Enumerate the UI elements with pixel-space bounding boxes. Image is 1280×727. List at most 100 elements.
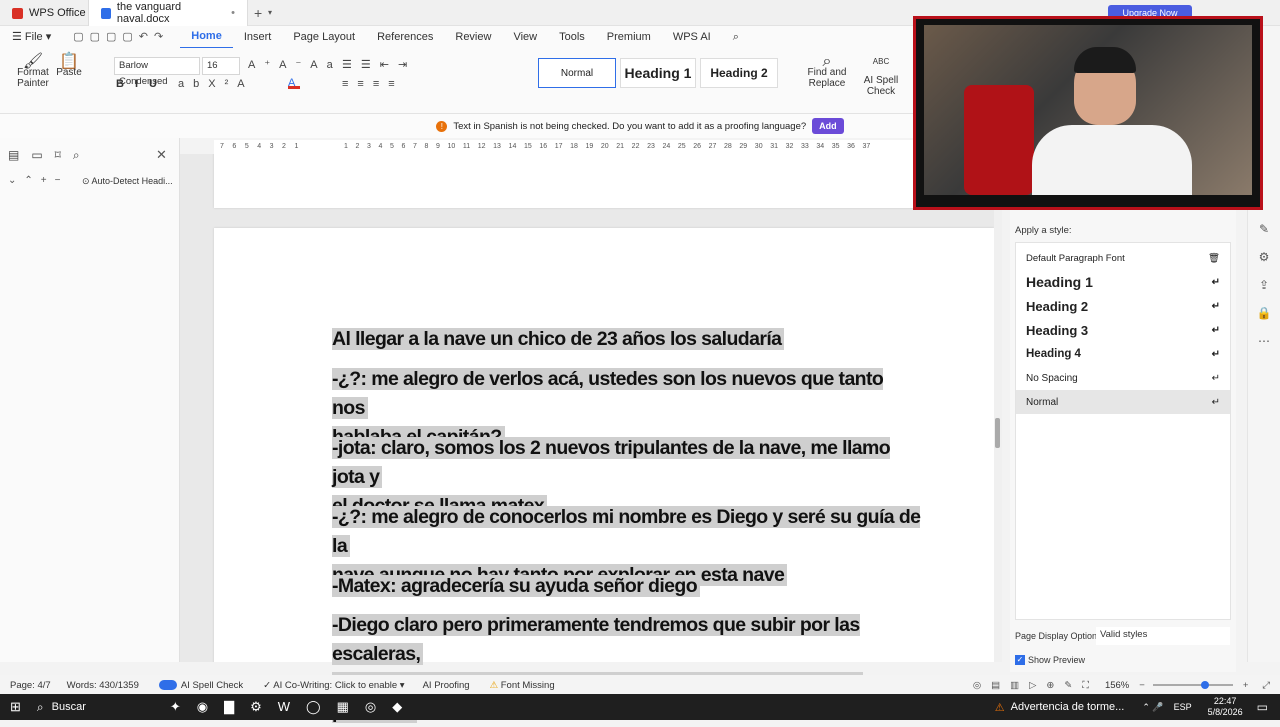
valid-styles-select[interactable]: Valid styles <box>1096 627 1230 645</box>
ai-proofing-status[interactable]: AI Proofing <box>423 680 470 691</box>
ai-spell-check-button[interactable]: ABC AI Spell Check <box>850 56 912 97</box>
ruler-tick: 4 <box>378 143 383 150</box>
tab-tools[interactable]: Tools <box>548 26 596 48</box>
selected-text-line[interactable]: -¿?: me alegro de verlos acá, ustedes so… <box>332 368 884 419</box>
ruler-tick: 12 <box>477 143 486 150</box>
document-paragraph[interactable]: Al llegar a la nave un chico de 23 años … <box>332 325 922 354</box>
selected-text-line[interactable]: Al llegar a la nave un chico de 23 años … <box>332 328 785 350</box>
quick-access-icons[interactable]: ▢▢▢▢↶↷ <box>62 26 180 48</box>
page-counter[interactable]: Page: 4/7 <box>10 680 51 691</box>
new-tab-icon[interactable]: + <box>254 5 262 21</box>
ruler-tick: 7 <box>413 143 417 150</box>
style-default-paragraph-font[interactable]: Default Paragraph Font 🗑 <box>1016 246 1230 270</box>
tab-view[interactable]: View <box>502 26 548 48</box>
app-tab-wps[interactable]: WPS Office <box>0 0 98 26</box>
ai-spell-toggle[interactable] <box>158 680 177 690</box>
style-heading-1-item[interactable]: Heading 1 ↵ <box>1016 270 1230 294</box>
style-list: Default Paragraph Font 🗑 Heading 1 ↵ Headi… <box>1015 242 1231 620</box>
add-language-button[interactable]: Add <box>812 118 844 134</box>
more-icon[interactable]: ⋯ <box>1258 334 1270 348</box>
ai-spell-status[interactable]: AI Spell Check <box>181 680 243 691</box>
zoom-level[interactable]: 156% <box>1105 680 1129 691</box>
horizontal-ruler[interactable]: 7654321 1 2 3 4 5 6 7 8 9 10 11 12 13 14 15 16 17 18 19 20 2… <box>214 140 920 154</box>
notifications-icon[interactable]: ▭ <box>1257 700 1268 714</box>
tab-insert[interactable]: Insert <box>233 26 283 48</box>
tab-home[interactable]: Home <box>180 25 233 49</box>
format-painter-button[interactable]: 🖌 Format Painter <box>14 53 52 90</box>
find-replace-button[interactable]: ⌕ Find and Replace <box>806 54 848 90</box>
tab-wps-ai[interactable]: WPS AI <box>662 26 722 48</box>
weather-status[interactable]: Advertencia de torme... <box>1011 701 1125 713</box>
selected-text-line[interactable]: -¿?: me alegro de conocerlos mi nombre e… <box>332 506 921 557</box>
taskbar-search-icon[interactable]: ⌕ <box>37 700 44 715</box>
auto-detect-headings-button[interactable]: ⊙ Auto-Detect Headi... <box>82 176 173 187</box>
zoom-slider-thumb[interactable] <box>1200 681 1209 689</box>
selected-text-line[interactable]: -jota: claro, somos los 2 nuevos tripula… <box>332 437 891 488</box>
tabs-dropdown-icon[interactable]: ▾ <box>268 8 272 17</box>
share-icon[interactable]: ⇪ <box>1259 278 1269 292</box>
system-tray-icons[interactable]: ⌃ 🎤 <box>1142 702 1163 713</box>
input-language[interactable]: ESP <box>1174 702 1192 712</box>
alignment-icons[interactable]: ≡≡≡≡ <box>342 78 404 90</box>
word-counter[interactable]: Words: 430/1359 <box>67 680 139 691</box>
close-pane-icon[interactable]: ✕ <box>156 147 167 163</box>
text-effect-icons[interactable]: abX²A <box>178 78 254 90</box>
delete-style-icon[interactable]: 🗑 <box>1208 253 1220 264</box>
search-icon[interactable]: ⌕ <box>722 26 750 48</box>
scroll-thumb[interactable] <box>995 418 1000 448</box>
close-tab-icon[interactable]: • <box>231 7 235 19</box>
taskbar-search-label[interactable]: Buscar <box>52 701 86 713</box>
tab-references[interactable]: References <box>366 26 444 48</box>
font-missing-status[interactable]: ⚠ Font Missing <box>490 680 555 691</box>
windows-start-icon[interactable]: ⊞ <box>10 699 21 715</box>
ruler-tick: 9 <box>436 143 440 150</box>
file-menu[interactable]: ☰ File ▾ <box>0 26 62 48</box>
ai-cowriting-status[interactable]: ✓ AI Co-Writing: Click to enable ▾ <box>263 680 404 691</box>
outline-level-icons[interactable]: ⌄⌃+− <box>8 175 68 186</box>
style-heading-2-item[interactable]: Heading 2 ↵ <box>1016 294 1230 318</box>
ruler-tick: 21 <box>616 143 625 150</box>
taskbar-pinned-apps-icons[interactable]: ✦◉▇⚙W◯▦◎◆ <box>170 699 418 715</box>
document-paragraph[interactable]: -Matex: agradecería su ayuda señor diego <box>332 572 922 601</box>
abc-icon: ABC <box>872 57 890 66</box>
style-normal-item[interactable]: Normal ↵ <box>1016 390 1230 414</box>
style-heading-1[interactable]: Heading 1 <box>620 58 696 88</box>
vertical-scrollbar[interactable] <box>994 154 1002 662</box>
paste-button[interactable]: 📋 Paste <box>54 54 84 79</box>
brush-icon: 🖌 <box>22 53 44 70</box>
font-size-select[interactable]: 16 <box>202 57 240 75</box>
selected-text-line[interactable]: -Diego claro pero primeramente tendremos… <box>332 614 860 665</box>
enter-icon: ↵ <box>1211 396 1220 408</box>
text-format-buttons[interactable]: BIU <box>116 78 168 90</box>
style-heading-2[interactable]: Heading 2 <box>700 58 778 88</box>
lock-icon[interactable]: 🔒 <box>1257 306 1272 320</box>
document-tab[interactable]: the vanguard naval.docx • <box>88 0 248 26</box>
ruler-tick: 1 <box>294 143 299 150</box>
style-heading-4-item[interactable]: Heading 4 ↵ <box>1016 342 1230 366</box>
zoom-in-icon[interactable]: + <box>1243 680 1249 691</box>
tab-premium[interactable]: Premium <box>596 26 662 48</box>
fullscreen-icon[interactable]: ⤢ <box>1262 680 1270 691</box>
clock[interactable]: 22:47 5/8/2026 <box>1208 696 1243 718</box>
tab-page-layout[interactable]: Page Layout <box>282 26 366 48</box>
windows-taskbar: ⊞ ⌕ Buscar ✦◉▇⚙W◯▦◎◆ ⚠ Advertencia de to… <box>0 694 1280 720</box>
view-mode-icons[interactable]: ◎▤▥▷⊕✎⛶ <box>973 680 1099 691</box>
ruler-tick: 6 <box>232 143 237 150</box>
show-preview-checkbox[interactable]: ✓ Show Preview <box>1015 655 1085 665</box>
properties-icon[interactable]: ⚙ <box>1259 250 1270 264</box>
selected-text-line[interactable]: -Matex: agradecería su ayuda señor diego <box>332 575 701 597</box>
font-size-tools-icons[interactable]: A⁺A⁻Aa <box>248 58 342 71</box>
tab-review[interactable]: Review <box>444 26 502 48</box>
style-heading-3-item[interactable]: Heading 3 ↵ <box>1016 318 1230 342</box>
font-color-icon[interactable]: A <box>288 78 300 89</box>
styles-panel-icon[interactable]: ✎ <box>1259 222 1269 236</box>
list-icons[interactable]: ☰☰⇤⇥ <box>342 58 416 71</box>
zoom-out-icon[interactable]: − <box>1139 680 1145 691</box>
nav-pane-tool-icons[interactable]: ▤▭⌑⌕ <box>8 148 92 163</box>
enter-icon: ↵ <box>1211 348 1220 360</box>
ruler-tick: 25 <box>677 143 686 150</box>
style-no-spacing-item[interactable]: No Spacing ↵ <box>1016 366 1230 390</box>
zoom-slider[interactable] <box>1152 681 1233 689</box>
font-name-select[interactable]: Barlow Condensed <box>114 57 200 87</box>
style-normal[interactable]: Normal <box>538 58 616 88</box>
